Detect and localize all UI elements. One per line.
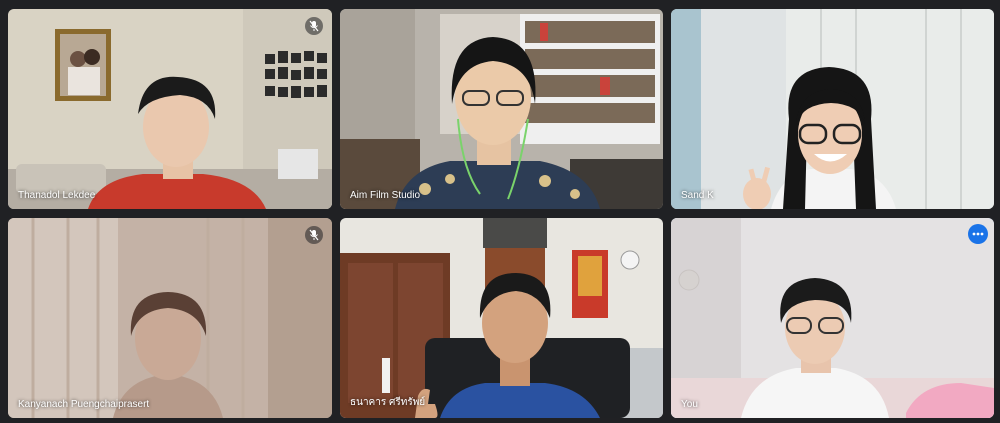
video-feed <box>8 218 332 418</box>
video-feed <box>340 9 663 209</box>
mic-off-icon <box>305 226 323 244</box>
participant-tile-you[interactable]: You <box>671 218 994 418</box>
video-feed <box>671 9 994 209</box>
participant-name: ธนาคาร ศรีทรัพย์ <box>350 397 426 408</box>
video-feed <box>340 218 663 418</box>
participant-name: Sand K <box>681 190 714 201</box>
more-options-icon[interactable] <box>968 224 988 244</box>
participant-name: You <box>681 399 698 410</box>
participant-tile-thanadol[interactable]: Thanadol Lekdee <box>8 9 332 209</box>
video-grid: Thanadol Lekdee Aim Film Studio Sand K K… <box>0 0 1000 423</box>
video-feed <box>671 218 994 418</box>
participant-name: Kanyanach Puengchaiprasert <box>18 399 150 410</box>
participant-tile-thanakarn[interactable]: ธนาคาร ศรีทรัพย์ <box>340 218 663 418</box>
participant-name: Thanadol Lekdee <box>18 190 96 201</box>
participant-name: Aim Film Studio <box>350 190 421 201</box>
mic-off-icon <box>305 17 323 35</box>
participant-tile-sand-k[interactable]: Sand K <box>671 9 994 209</box>
participant-tile-kanyanach[interactable]: Kanyanach Puengchaiprasert <box>8 218 332 418</box>
participant-tile-aim-film-studio[interactable]: Aim Film Studio <box>340 9 663 209</box>
video-feed <box>8 9 332 209</box>
